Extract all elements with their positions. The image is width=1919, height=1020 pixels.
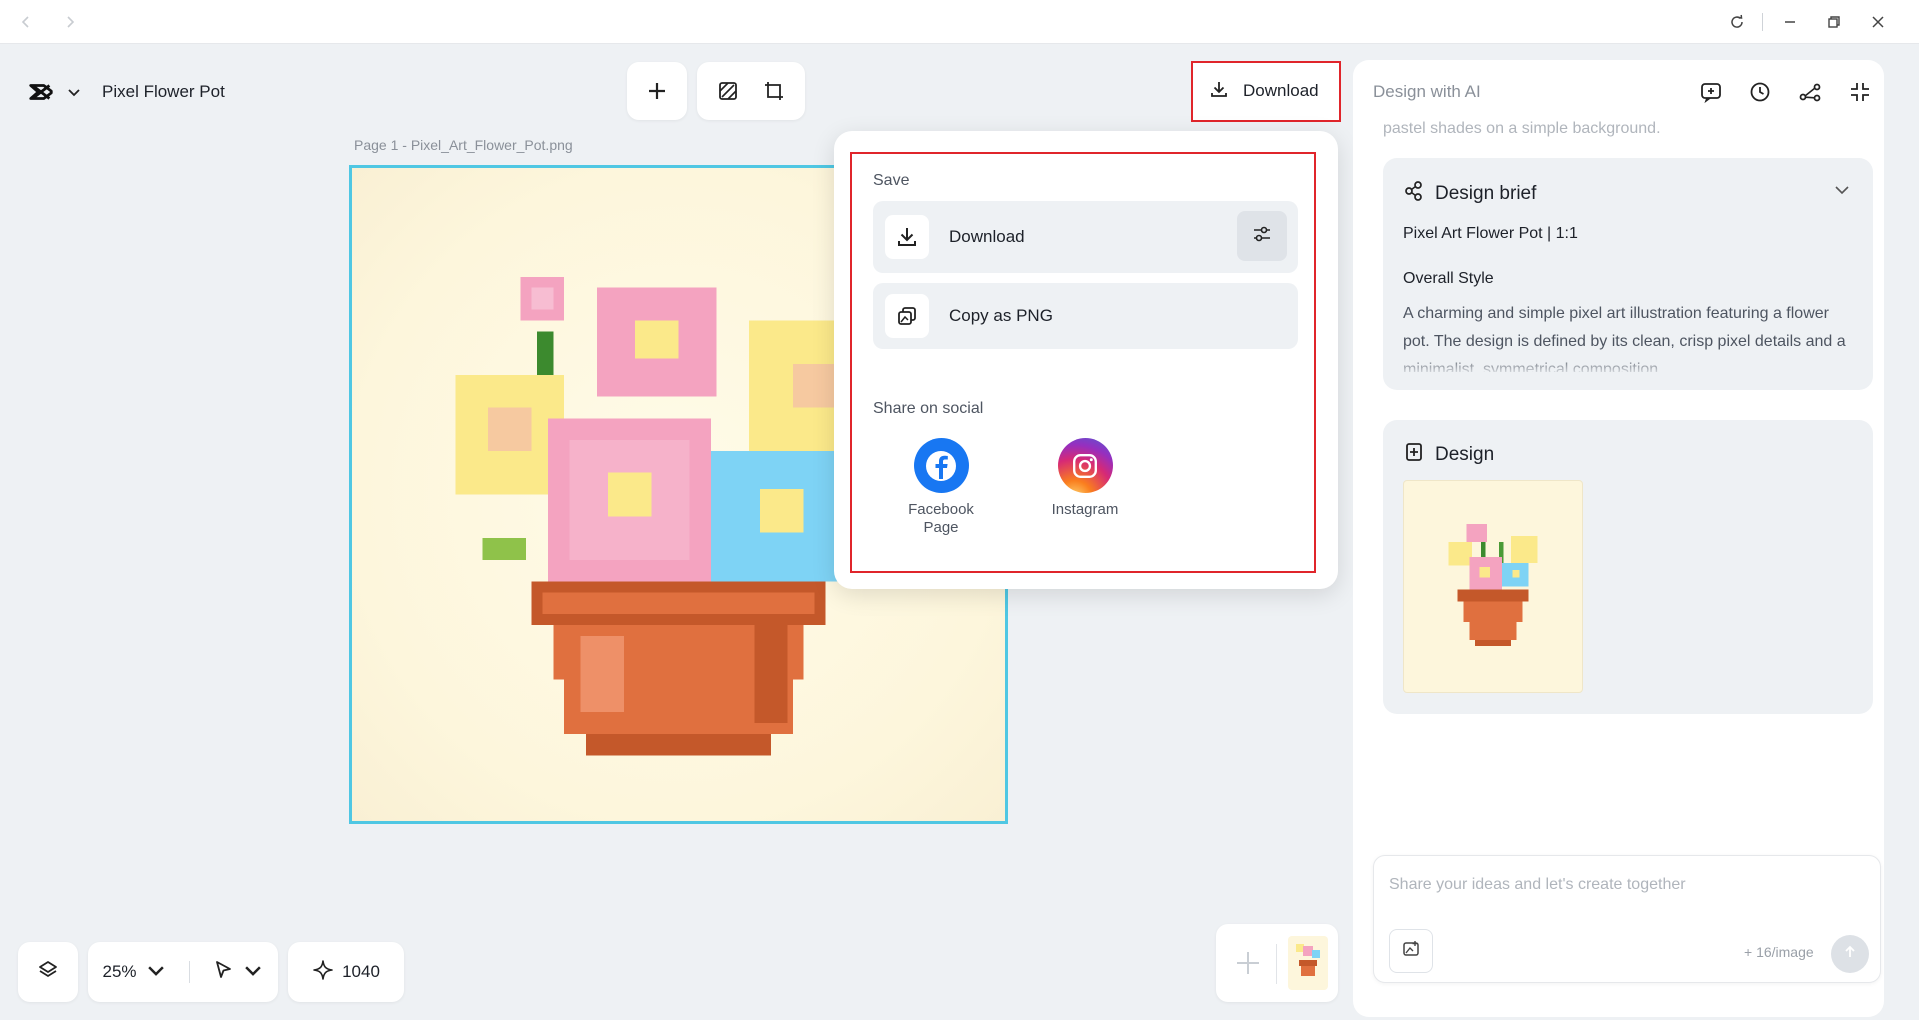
instagram-share-button[interactable]: Instagram [1035,438,1135,519]
minimize-icon[interactable] [1778,10,1802,34]
save-section-title: Save [873,172,910,189]
chevron-down-icon[interactable] [145,959,167,986]
image-upload-icon [1401,939,1421,964]
chevron-down-icon[interactable] [242,959,264,986]
design-brief-header: Design brief [1403,180,1536,208]
header-download-button[interactable]: Download [1191,62,1339,120]
download-option-label: Download [949,227,1025,246]
sliders-icon [1250,222,1274,251]
page-thumbnail[interactable] [1288,936,1328,990]
download-settings-button[interactable] [1237,211,1287,261]
plus-icon [1237,952,1259,974]
crop-resize-icon[interactable] [762,79,786,103]
copy-as-png-option[interactable]: Copy as PNG [873,283,1298,349]
chat-input-box[interactable] [1373,855,1881,983]
share-icon[interactable] [1796,78,1824,106]
copy-image-icon [885,294,929,338]
pointer-icon[interactable] [212,959,234,986]
new-chat-icon[interactable] [1697,78,1725,106]
previous-message-text: pastel shades on a simple background. [1383,120,1661,137]
refresh-icon[interactable] [1725,10,1749,34]
chat-input-placeholder[interactable]: Share your ideas and let's create togeth… [1389,876,1686,894]
forward-arrow-icon[interactable] [58,10,82,34]
app-logo-icon[interactable] [26,77,56,107]
design-brief-subtitle: Pixel Art Flower Pot | 1:1 [1403,225,1578,242]
document-menu[interactable]: Pixel Flower Pot [14,62,254,122]
close-icon[interactable] [1866,10,1890,34]
document-title[interactable]: Pixel Flower Pot [102,82,225,102]
design-title: Design [1435,444,1495,465]
add-toolbar [627,62,687,120]
facebook-share-button[interactable]: Facebook Page [891,438,991,537]
toolbar-divider [188,961,190,983]
copy-as-png-label: Copy as PNG [949,306,1053,325]
instagram-label: Instagram [1051,501,1119,518]
instagram-icon [1057,438,1113,493]
plus-icon[interactable] [645,79,669,103]
send-button[interactable] [1831,935,1869,973]
credits-count: 1040 [342,962,380,981]
design-header: Design [1403,441,1494,469]
design-brief-title: Design brief [1435,183,1537,204]
add-page-button[interactable] [1228,940,1268,986]
remove-background-icon[interactable] [716,79,740,103]
design-result-thumbnail[interactable] [1403,480,1583,693]
chevron-down-icon[interactable] [1832,180,1852,200]
zoom-level[interactable]: 25% [102,962,136,982]
title-bar [0,0,1919,44]
chevron-down-icon[interactable] [66,84,82,100]
download-icon [1209,79,1229,104]
layers-icon [37,959,59,986]
history-icon[interactable] [1746,78,1774,106]
design-brief-icon [1403,180,1425,208]
ai-panel-title: Design with AI [1373,82,1481,101]
layers-button[interactable] [18,942,78,1002]
edit-toolbar [697,62,805,120]
zoom-pointer-toolbar: 25% [88,942,278,1002]
overall-style-heading: Overall Style [1403,270,1494,287]
sparkle-icon [312,959,334,986]
facebook-label: Facebook Page [908,501,974,536]
design-icon [1403,441,1425,469]
back-arrow-icon[interactable] [14,10,38,34]
text-fade-overlay [1403,356,1853,376]
download-option[interactable]: Download [873,201,1298,273]
image-upload-button[interactable] [1389,929,1433,973]
share-section-title: Share on social [873,400,984,417]
send-arrow-icon [1842,944,1858,965]
download-icon [885,215,929,259]
image-cost-label: + 16/image [1744,944,1814,960]
title-bar-divider [1762,13,1763,31]
thumbnail-divider [1276,944,1277,984]
facebook-icon [913,438,969,493]
restore-icon[interactable] [1822,10,1846,34]
collapse-icon[interactable] [1846,78,1874,106]
credits-button[interactable]: 1040 [288,942,404,1002]
page-label: Page 1 - Pixel_Art_Flower_Pot.png [354,137,573,153]
header-download-label: Download [1243,81,1319,100]
